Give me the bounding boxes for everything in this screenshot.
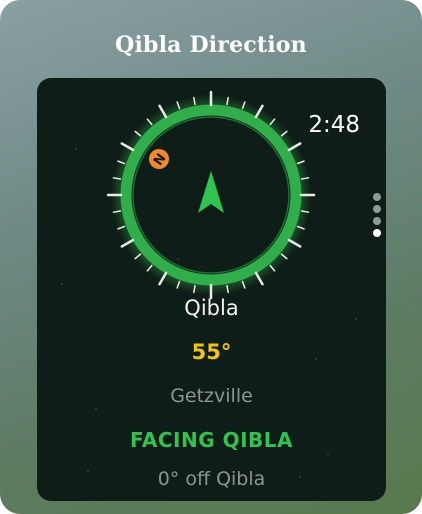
offset-text: 0° off Qibla (157, 468, 266, 490)
page-indicator[interactable] (373, 193, 383, 241)
qibla-degrees: 55° (191, 340, 232, 364)
app-card: Qibla Direction N 2:48 Qibla 55° Getzvil… (0, 0, 422, 514)
star-dot (327, 453, 329, 455)
location-city: Getzville (170, 385, 253, 407)
page-dot[interactable] (373, 205, 381, 213)
watch-screen: N 2:48 Qibla 55° Getzville FACING QIBLA … (37, 78, 386, 501)
page-dot[interactable] (373, 217, 381, 225)
facing-status: FACING QIBLA (130, 428, 293, 452)
page-dot[interactable] (373, 193, 381, 201)
qibla-label: Qibla (184, 296, 239, 320)
clock-time: 2:48 (308, 112, 360, 138)
page-title: Qibla Direction (115, 32, 307, 58)
star-dot (95, 408, 97, 410)
page-dot-active[interactable] (373, 229, 381, 237)
